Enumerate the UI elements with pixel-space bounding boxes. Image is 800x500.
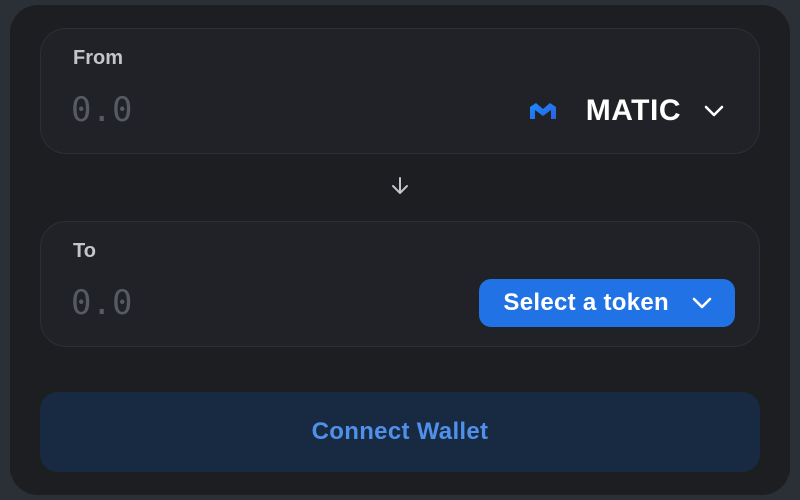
from-panel: From MATIC [40, 28, 760, 154]
chevron-down-icon [691, 296, 713, 310]
from-token-symbol: MATIC [585, 94, 681, 127]
select-token-label: Select a token [503, 289, 669, 316]
from-label: From [73, 47, 123, 69]
to-amount-input[interactable] [71, 280, 331, 326]
to-panel: To Select a token [40, 221, 760, 347]
arrow-down-icon[interactable] [389, 175, 411, 197]
select-token-button[interactable]: Select a token [479, 279, 735, 327]
connect-wallet-button[interactable]: Connect Wallet [40, 392, 760, 472]
from-token-select[interactable]: MATIC [528, 89, 725, 133]
matic-logo-icon [528, 100, 558, 122]
to-label: To [73, 240, 96, 262]
chevron-down-icon [703, 104, 725, 118]
from-amount-input[interactable] [71, 87, 331, 133]
swap-card: From MATIC [10, 5, 790, 495]
